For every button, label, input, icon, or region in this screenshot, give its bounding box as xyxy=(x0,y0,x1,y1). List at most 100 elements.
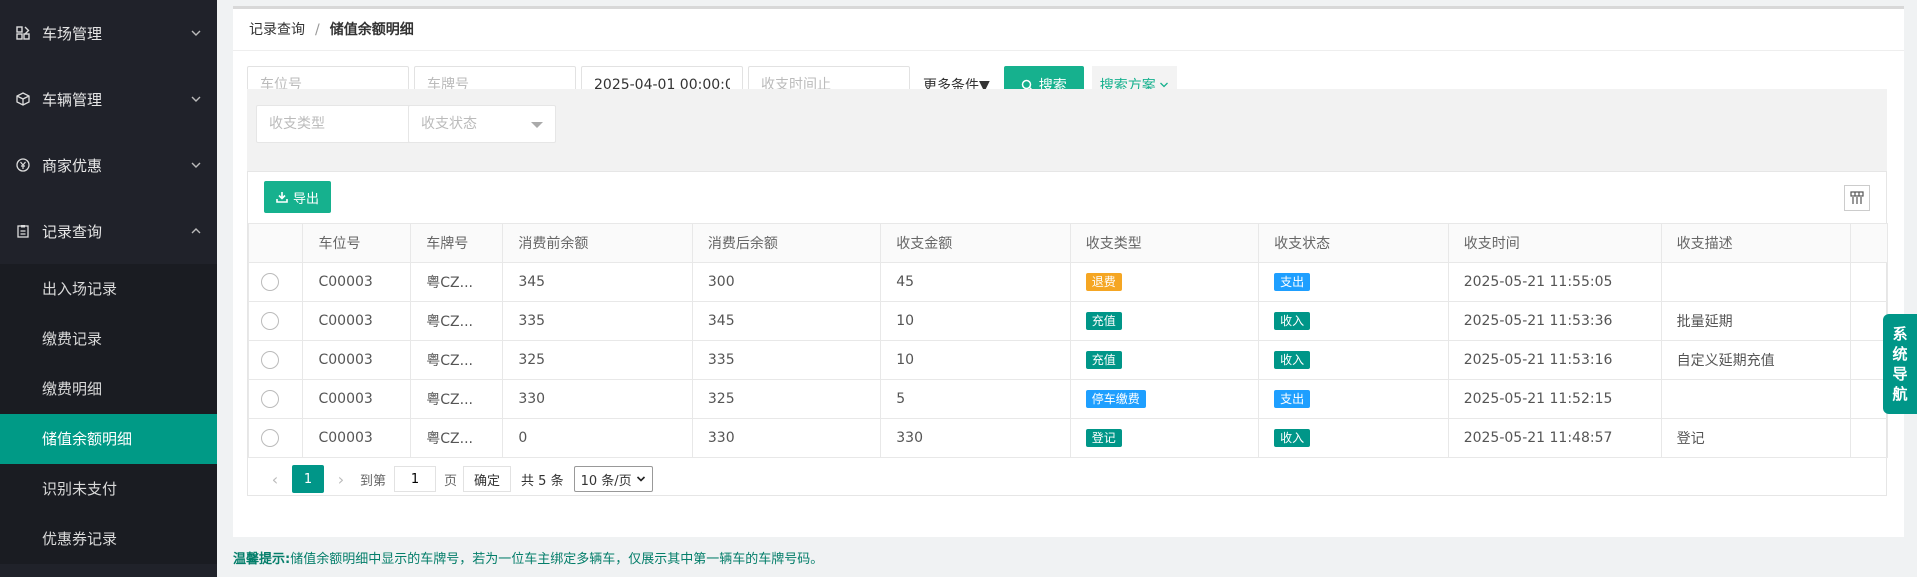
sidebar-item-unpaid[interactable]: 识别未支付 xyxy=(0,464,217,514)
sidebar-item-coupon-records[interactable]: 优惠券记录 xyxy=(0,514,217,564)
chevron-up-icon xyxy=(191,228,201,234)
cell-desc: 批量延期 xyxy=(1660,301,1852,341)
cell-after: 345 xyxy=(691,301,882,341)
cell-plate: 粤CZ... xyxy=(410,340,504,380)
sidebar-item-payment-details[interactable]: 缴费明细 xyxy=(0,364,217,414)
table-panel: 导出 车位号 车牌号 消费前余额 消费后余额 收支金额 收支类型 收支状态 收支… xyxy=(247,171,1888,496)
cell-amount: 45 xyxy=(880,262,1071,302)
type-badge: 充值 xyxy=(1085,351,1122,369)
cell-after: 330 xyxy=(691,418,882,458)
cell-desc: 自定义延期充值 xyxy=(1660,340,1852,380)
sidebar-group-coupon[interactable]: 商家优惠 xyxy=(0,132,217,198)
row-select-cell xyxy=(247,340,304,380)
cell-space: C00003 xyxy=(302,379,412,419)
download-icon xyxy=(276,192,288,203)
breadcrumb-parent[interactable]: 记录查询 xyxy=(249,22,305,38)
coupon-icon xyxy=(16,158,30,172)
columns-icon xyxy=(1850,191,1864,204)
page-number-input[interactable] xyxy=(394,466,437,492)
column-header[interactable]: 收支类型 xyxy=(1069,223,1260,263)
column-header[interactable]: 消费前余额 xyxy=(502,223,693,263)
chevron-down-icon xyxy=(636,476,645,482)
table-row[interactable]: C00003 粤CZ... 345 300 45 退费 支出 2025-05-21 11:55… xyxy=(247,262,1888,302)
type-badge: 登记 xyxy=(1085,429,1122,447)
next-page-icon[interactable]: › xyxy=(330,470,352,489)
main-content: 记录查询/储值余额明细 更多条件▼ 搜索 搜索方案 收支类型 收支状态 xyxy=(217,0,1917,577)
sidebar-group-label: 记录查询 xyxy=(42,222,103,241)
confirm-page-button[interactable]: 确定 xyxy=(463,466,512,492)
system-navigation-button[interactable]: 系 统 导 航 xyxy=(1883,314,1917,414)
sidebar-item-balance-details[interactable]: 储值余额明细 xyxy=(0,414,217,464)
current-page[interactable]: 1 xyxy=(292,465,324,493)
status-badge: 支出 xyxy=(1274,273,1311,291)
row-select-cell xyxy=(247,301,304,341)
status-select[interactable]: 收支状态 xyxy=(408,105,556,143)
row-radio[interactable] xyxy=(261,390,279,408)
row-radio[interactable] xyxy=(261,273,279,291)
page-size-select[interactable]: 10 条/页 xyxy=(573,466,653,492)
cell-before: 330 xyxy=(502,379,693,419)
status-badge: 支出 xyxy=(1274,390,1311,408)
row-select-cell xyxy=(247,262,304,302)
cell-desc: 登记 xyxy=(1660,418,1852,458)
sidebar-group-vehicle[interactable]: 车辆管理 xyxy=(0,66,217,132)
table-row[interactable]: C00003 粤CZ... 325 335 10 充值 收入 2025-05-21 11:53… xyxy=(247,340,1888,380)
cell-plate: 粤CZ... xyxy=(410,418,504,458)
pagination: ‹ 1 › 到第 页 确定 共 5 条 10 条/页 xyxy=(264,465,653,493)
cell-time: 2025-05-21 11:52:15 xyxy=(1447,379,1662,419)
advanced-filters-panel: 收支类型 收支状态 xyxy=(247,89,1887,171)
sidebar-item-payments[interactable]: 缴费记录 xyxy=(0,314,217,364)
sysnav-char: 航 xyxy=(1892,385,1908,403)
breadcrumb-separator: / xyxy=(315,22,320,38)
page-unit-label: 页 xyxy=(444,473,458,489)
total-count: 共 5 条 xyxy=(521,473,564,489)
sidebar-item-entry-exit[interactable]: 出入场记录 xyxy=(0,264,217,314)
cell-status: 支出 xyxy=(1258,262,1449,302)
type-select-placeholder: 收支类型 xyxy=(269,116,325,132)
column-filter-button[interactable] xyxy=(1844,185,1870,211)
cell-status: 收入 xyxy=(1258,340,1449,380)
cell-time: 2025-05-21 11:48:57 xyxy=(1447,418,1662,458)
page-size-value: 10 条/页 xyxy=(580,473,632,489)
cell-space: C00003 xyxy=(302,418,412,458)
cell-amount: 10 xyxy=(880,301,1071,341)
balance-table: 车位号 车牌号 消费前余额 消费后余额 收支金额 收支类型 收支状态 收支时间 … xyxy=(247,223,1888,458)
cell-space: C00003 xyxy=(302,301,412,341)
row-radio[interactable] xyxy=(261,429,279,447)
sidebar-group-records[interactable]: 记录查询 xyxy=(0,198,217,264)
content-card: 记录查询/储值余额明细 更多条件▼ 搜索 搜索方案 收支类型 收支状态 xyxy=(233,9,1904,537)
table-row[interactable]: C00003 粤CZ... 330 325 5 停车缴费 支出 2025-05-21 11:5… xyxy=(247,379,1888,419)
column-header[interactable]: 收支金额 xyxy=(880,223,1071,263)
cell-space: C00003 xyxy=(302,340,412,380)
table-row[interactable]: C00003 粤CZ... 335 345 10 充值 收入 2025-05-21 11:53… xyxy=(247,301,1888,341)
sidebar-group-label: 车辆管理 xyxy=(42,90,103,109)
status-select-placeholder: 收支状态 xyxy=(421,116,477,132)
sidebar-group-label: 商家优惠 xyxy=(42,156,103,175)
vehicle-icon xyxy=(16,92,30,106)
cell-before: 325 xyxy=(502,340,693,380)
row-select-cell xyxy=(247,418,304,458)
caret-down-icon xyxy=(531,122,543,128)
cell-spacer xyxy=(1850,262,1888,302)
cell-amount: 5 xyxy=(880,379,1071,419)
export-button[interactable]: 导出 xyxy=(264,181,332,213)
row-radio[interactable] xyxy=(261,312,279,330)
table-row[interactable]: C00003 粤CZ... 0 330 330 登记 收入 2025-05-21 11:48:… xyxy=(247,418,1888,458)
chevron-down-icon xyxy=(191,96,201,102)
tip-text: 储值余额明细中显示的车牌号，若为一位车主绑定多辆车，仅展示其中第一辆车的车牌号码… xyxy=(290,552,824,567)
column-header[interactable]: 收支描述 xyxy=(1660,223,1852,263)
row-select-cell xyxy=(247,379,304,419)
column-header[interactable]: 车牌号 xyxy=(410,223,504,263)
column-header[interactable]: 车位号 xyxy=(302,223,412,263)
export-button-label: 导出 xyxy=(293,191,320,207)
sidebar-group-parking[interactable]: 车场管理 xyxy=(0,0,217,66)
prev-page-icon[interactable]: ‹ xyxy=(264,470,286,489)
column-header[interactable]: 收支时间 xyxy=(1447,223,1662,263)
column-header[interactable]: 消费后余额 xyxy=(691,223,882,263)
sysnav-char: 系 xyxy=(1892,325,1908,343)
cell-type: 退费 xyxy=(1069,262,1260,302)
cell-status: 支出 xyxy=(1258,379,1449,419)
column-header[interactable]: 收支状态 xyxy=(1258,223,1449,263)
submenu-records: 出入场记录 缴费记录 缴费明细 储值余额明细 识别未支付 优惠券记录 xyxy=(0,264,217,564)
row-radio[interactable] xyxy=(261,351,279,369)
